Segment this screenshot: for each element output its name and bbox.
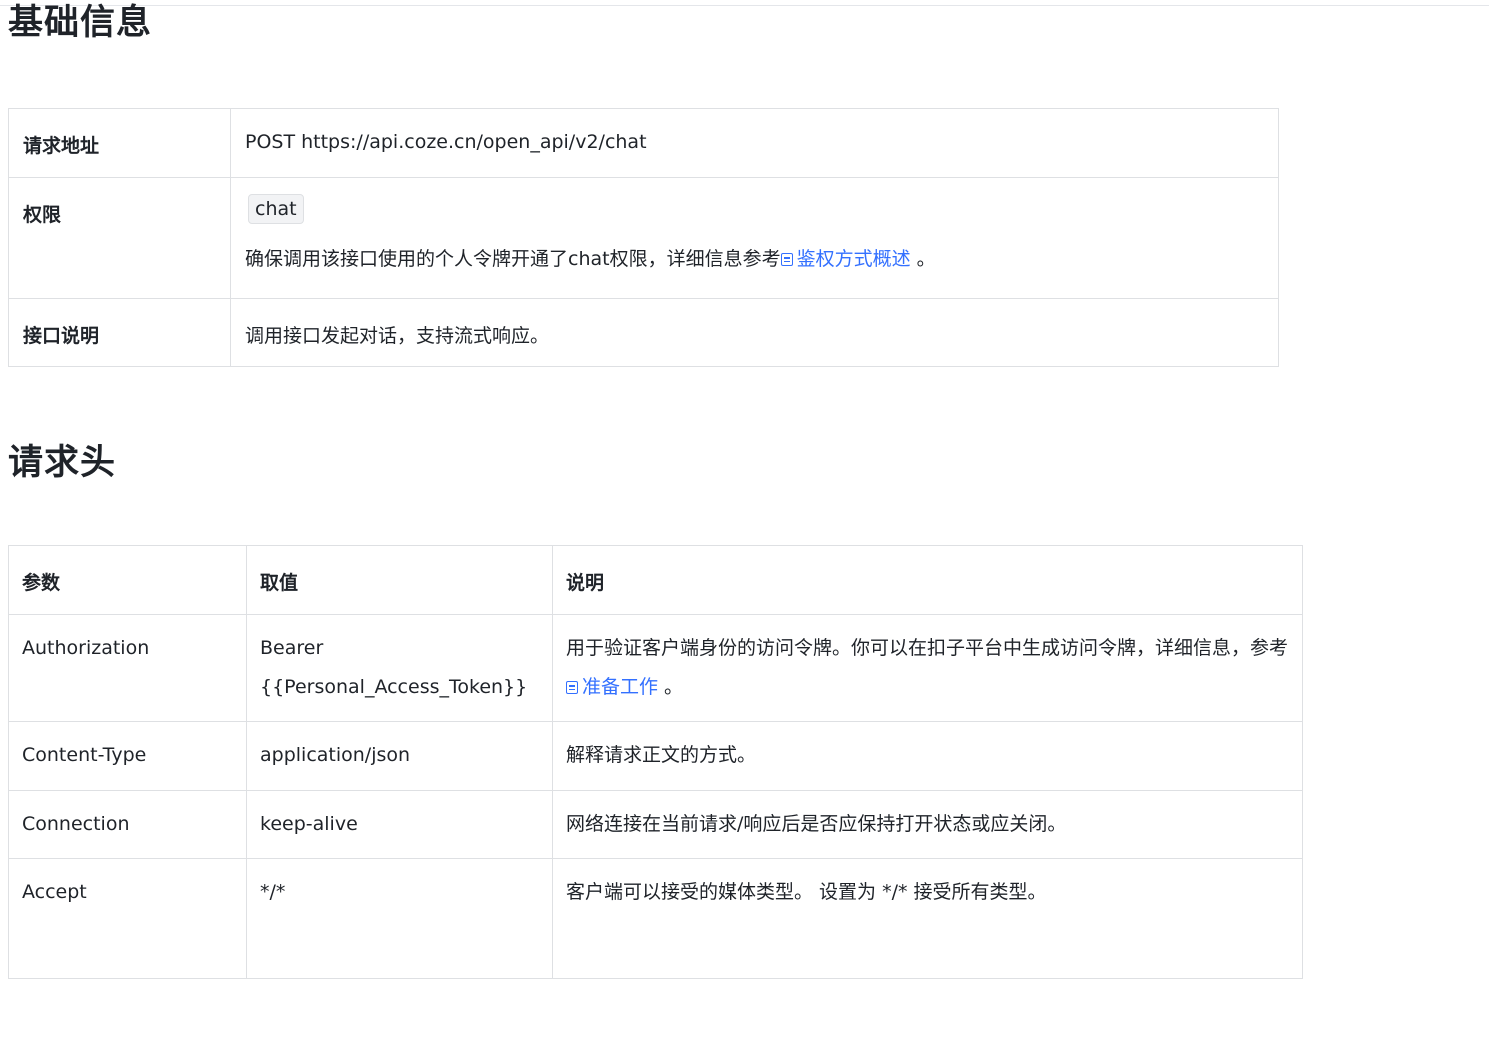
basic-info-table: 请求地址 POST https://api.coze.cn/open_api/v… — [8, 108, 1279, 367]
description-text: 用于验证客户端身份的访问令牌。你可以在扣子平台中生成访问令牌，详细信息，参考 — [566, 637, 1289, 659]
param-cell: Accept — [8, 858, 247, 979]
column-header-param: 参数 — [8, 545, 247, 615]
endpoint-label: 请求地址 — [8, 108, 231, 178]
description-label: 接口说明 — [8, 298, 231, 367]
document-page: 基础信息 请求地址 POST https://api.coze.cn/open_… — [0, 0, 1489, 1048]
top-divider — [0, 5, 1489, 6]
description-cell: 客户端可以接受的媒体类型。 设置为 */* 接受所有类型。 — [552, 858, 1303, 979]
column-header-value: 取值 — [246, 545, 553, 615]
value-cell: application/json — [246, 721, 553, 791]
permission-description: 确保调用该接口使用的个人令牌开通了chat权限，详细信息参考 鉴权方式概述 。 — [245, 244, 1264, 271]
basic-info-title: 基础信息 — [8, 3, 153, 43]
value-cell: */* — [246, 858, 553, 979]
value-cell: Bearer {{Personal_Access_Token}} — [246, 614, 553, 722]
endpoint-value: POST https://api.coze.cn/open_api/v2/cha… — [230, 108, 1279, 178]
description-end: 。 — [658, 676, 684, 698]
value-line: {{Personal_Access_Token}} — [260, 676, 528, 698]
auth-overview-link[interactable]: 鉴权方式概述 — [780, 248, 911, 270]
table-row: 请求地址 POST https://api.coze.cn/open_api/v… — [8, 108, 1279, 178]
value-cell: keep-alive — [246, 790, 553, 859]
preparation-link[interactable]: 准备工作 — [566, 676, 658, 698]
table-row: 接口说明 调用接口发起对话，支持流式响应。 — [8, 298, 1279, 367]
param-cell: Content-Type — [8, 721, 247, 791]
preparation-link-label: 准备工作 — [582, 676, 659, 698]
permission-cell: chat 确保调用该接口使用的个人令牌开通了chat权限，详细信息参考 鉴权方式概… — [230, 177, 1279, 299]
request-headers-table: 参数 取值 说明 Authorization Bearer {{Personal… — [8, 545, 1303, 979]
table-row: Authorization Bearer {{Personal_Access_T… — [8, 614, 1303, 722]
value-line: Bearer — [260, 637, 324, 659]
permission-desc-end: 。 — [910, 248, 936, 270]
table-row: Connection keep-alive 网络连接在当前请求/响应后是否应保持… — [8, 790, 1303, 859]
document-icon — [780, 253, 793, 266]
description-cell: 用于验证客户端身份的访问令牌。你可以在扣子平台中生成访问令牌，详细信息，参考准备… — [552, 614, 1303, 722]
description-cell: 解释请求正文的方式。 — [552, 721, 1303, 791]
column-header-description: 说明 — [552, 545, 1303, 615]
auth-overview-link-label: 鉴权方式概述 — [796, 248, 911, 270]
description-value: 调用接口发起对话，支持流式响应。 — [230, 298, 1279, 367]
table-row: Accept */* 客户端可以接受的媒体类型。 设置为 */* 接受所有类型。 — [8, 858, 1303, 979]
table-header-row: 参数 取值 说明 — [8, 545, 1303, 615]
param-cell: Authorization — [8, 614, 247, 722]
table-row: Content-Type application/json 解释请求正文的方式。 — [8, 721, 1303, 791]
permission-label: 权限 — [8, 177, 231, 299]
document-icon — [566, 681, 578, 694]
permission-chip: chat — [248, 194, 304, 224]
description-cell: 网络连接在当前请求/响应后是否应保持打开状态或应关闭。 — [552, 790, 1303, 859]
param-cell: Connection — [8, 790, 247, 859]
table-row: 权限 chat 确保调用该接口使用的个人令牌开通了chat权限，详细信息参考 鉴权… — [8, 177, 1279, 299]
request-headers-title: 请求头 — [8, 443, 117, 483]
permission-desc-text: 确保调用该接口使用的个人令牌开通了chat权限，详细信息参考 — [245, 248, 781, 270]
